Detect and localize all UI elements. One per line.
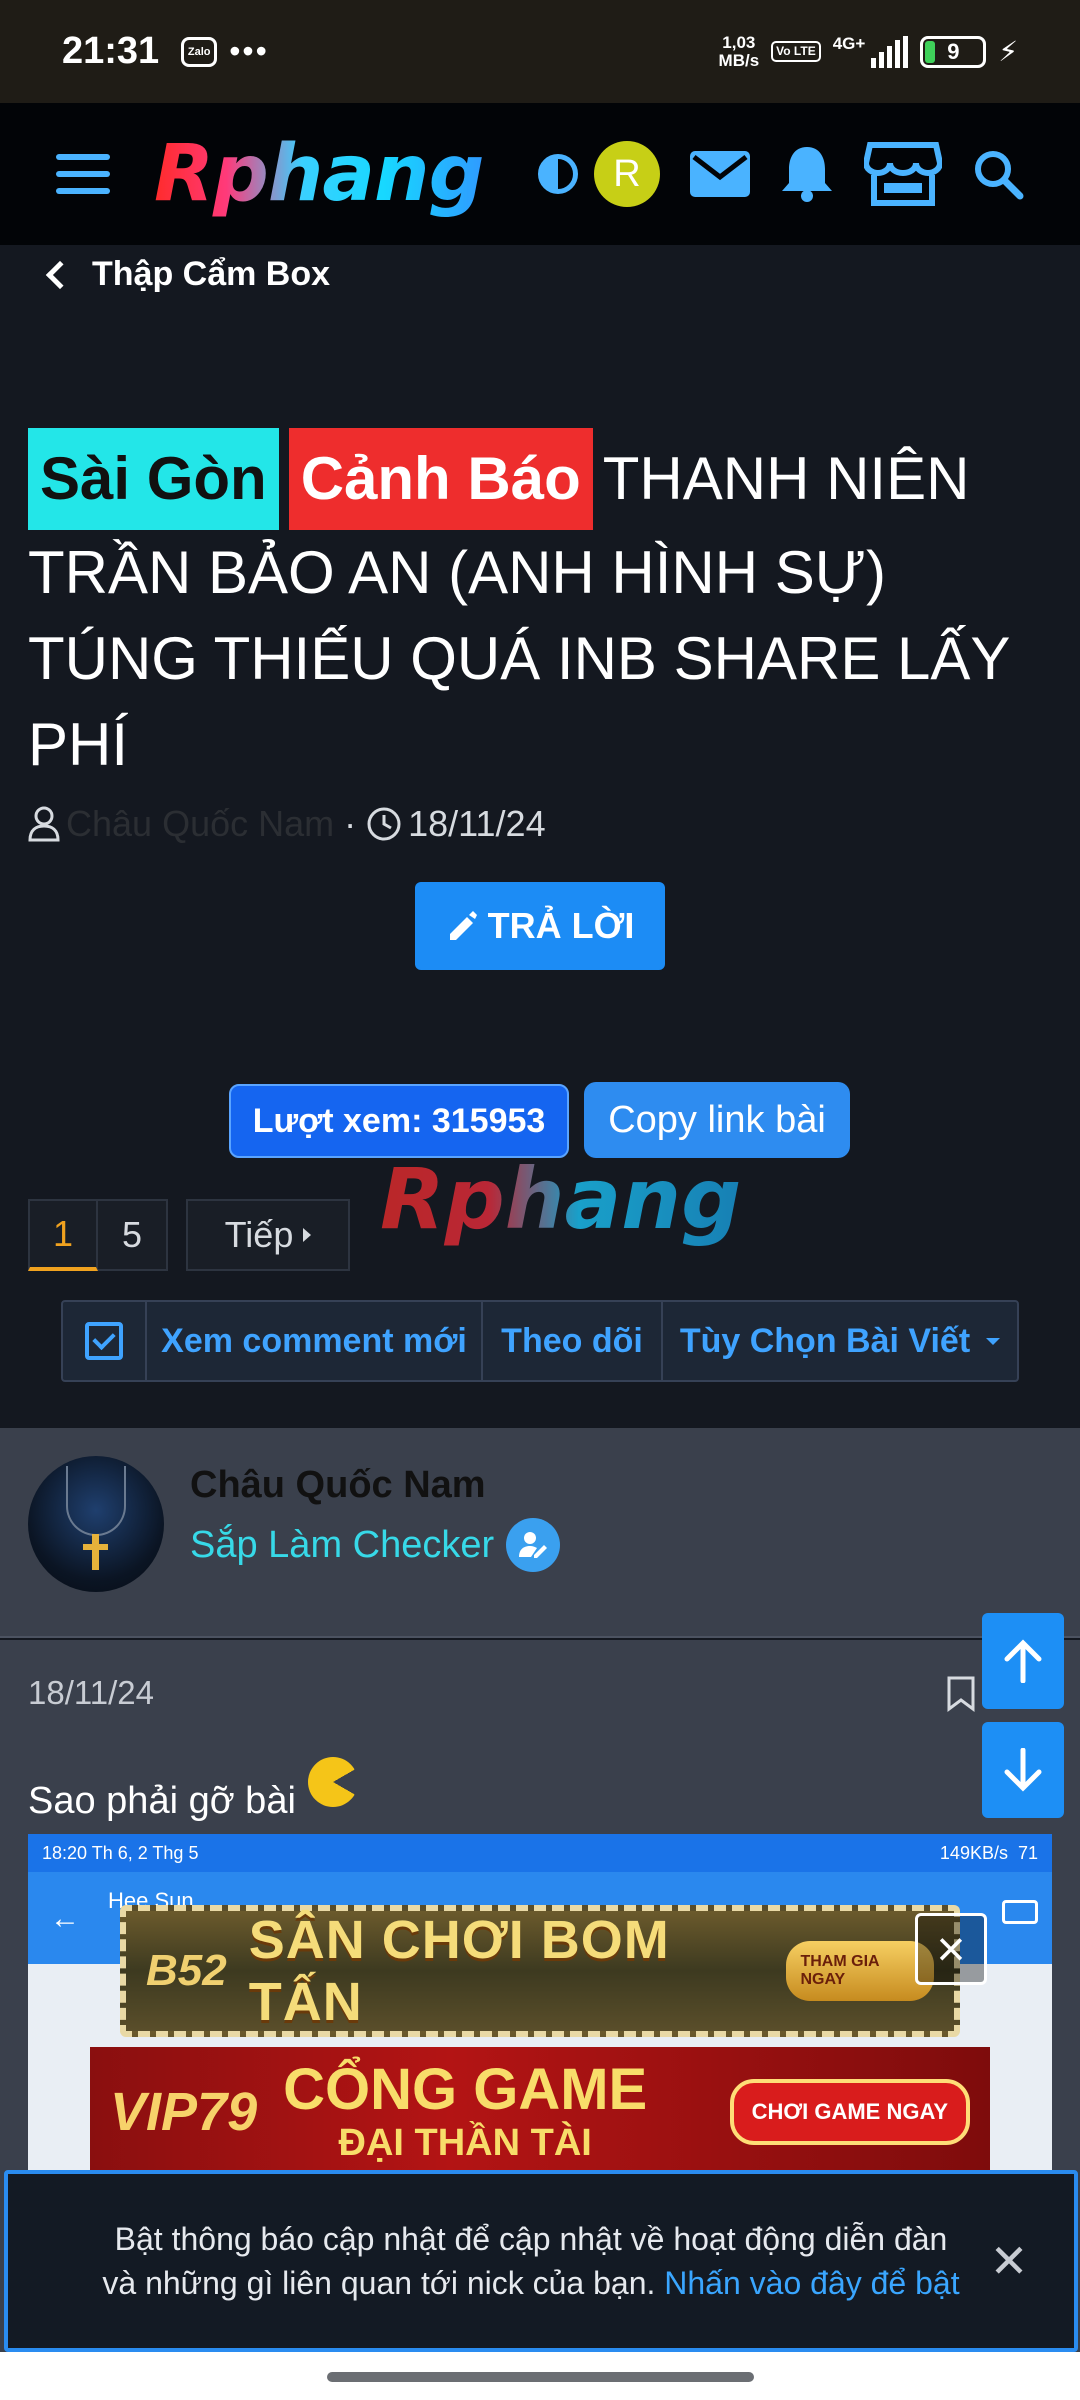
thread-options-dropdown[interactable]: Tùy Chọn Bài Viết <box>663 1302 1017 1380</box>
chevron-left-icon <box>45 260 75 289</box>
thread-options-label: Tùy Chọn Bài Viết <box>679 1321 971 1360</box>
ad1-headline: SÂN CHƠI BOM TẤN <box>248 1910 670 2032</box>
image-back-icon: ← <box>50 1902 80 1935</box>
enable-notifications-link[interactable]: Nhấn vào đây để bật <box>664 2265 959 2301</box>
home-gesture-handle[interactable] <box>327 2372 754 2382</box>
page-1[interactable]: 1 <box>28 1199 98 1271</box>
post-date[interactable]: 18/11/24 <box>28 1674 154 1712</box>
image-video-icon <box>1002 1900 1038 1924</box>
thread-date: 18/11/24 <box>408 803 546 844</box>
image-status-left: 18:20 Th 6, 2 Thg 5 <box>42 1842 199 1863</box>
ad2-line2: ĐẠI THẦN TÀI <box>338 2122 592 2164</box>
network-speed-value: 1,03 <box>722 32 756 52</box>
status-right: 1,03 MB/s Vo LTE 4G+ 9 ⚡ <box>718 32 1018 70</box>
thread-meta: Châu Quốc Nam · 18/11/24 <box>28 803 546 845</box>
volte-icon: Vo LTE <box>771 41 821 62</box>
ad2-cta: CHƠI GAME NGAY <box>729 2079 970 2145</box>
ad-banner-vip79[interactable]: VIP79 CỔNG GAME ĐẠI THẦN TÀI CHƠI GAME N… <box>90 2047 990 2177</box>
theme-toggle-icon[interactable] <box>538 154 578 194</box>
zalo-notification-icon: Zalo <box>181 36 218 67</box>
breadcrumb[interactable]: Thập Cẩm Box <box>45 255 331 294</box>
thread-title: Sài Gòn Cảnh Báo THANH NIÊN TRẦN BẢO AN (A… <box>28 428 1038 788</box>
push-notification-banner: Bật thông báo cập nhật để cập nhật về ho… <box>4 2170 1078 2352</box>
network-speed: 1,03 MB/s <box>718 32 760 70</box>
ad1-cta: THAM GIA NGAY <box>786 1941 934 2001</box>
user-avatar[interactable]: R <box>594 141 660 207</box>
ad-close-button[interactable]: × <box>915 1913 987 1985</box>
ad2-brand: VIP79 <box>110 2082 258 2142</box>
arrow-up-icon <box>1004 1639 1042 1683</box>
search-icon[interactable] <box>972 148 1024 200</box>
post-content: Sao phải gỡ bài <box>28 1756 358 1823</box>
network-type: 4G+ <box>832 33 866 53</box>
page-5[interactable]: 5 <box>98 1199 168 1271</box>
thread-author[interactable]: Châu Quốc Nam <box>66 803 334 845</box>
charging-icon: ⚡ <box>998 36 1018 67</box>
checkbox-icon <box>85 1322 123 1360</box>
reply-label: TRẢ LỜI <box>487 905 635 946</box>
scroll-top-button[interactable] <box>982 1613 1064 1709</box>
image-status-right: 149KB/s <box>939 1842 1008 1863</box>
post-text: Sao phải gỡ bài <box>28 1780 296 1822</box>
post-author-name[interactable]: Châu Quốc Nam <box>190 1464 486 1507</box>
status-time: 21:31 <box>62 30 160 72</box>
clock-icon <box>367 807 401 841</box>
scroll-bottom-button[interactable] <box>982 1722 1064 1818</box>
store-icon[interactable] <box>864 141 942 207</box>
status-bar: 21:31 Zalo ••• 1,03 MB/s Vo LTE 4G+ 9 ⚡ <box>0 0 1080 103</box>
next-label: Tiếp <box>224 1214 294 1255</box>
bell-icon[interactable] <box>780 145 834 203</box>
ad1-brand: B52 <box>146 1946 227 1995</box>
site-logo[interactable]: Rphang <box>154 129 484 219</box>
bookmark-icon[interactable] <box>946 1676 976 1717</box>
breadcrumb-label: Thập Cẩm Box <box>92 255 331 293</box>
battery-level: 9 <box>947 38 960 64</box>
user-icon <box>28 806 60 842</box>
role-label: Sắp Làm Checker <box>190 1523 495 1566</box>
pagination: 1 5 Tiếp <box>28 1199 350 1271</box>
image-battery: 71 <box>1017 1842 1038 1863</box>
ad2-line1: CỔNG GAME <box>283 2057 648 2122</box>
meta-separator: · <box>344 803 357 844</box>
ad-banner-b52[interactable]: B52 SÂN CHƠI BOM TẤN THAM GIA NGAY <box>120 1905 960 2037</box>
reply-button[interactable]: TRẢ LỜI <box>415 882 665 970</box>
header-icons: R <box>538 141 1024 207</box>
prefix-saigon[interactable]: Sài Gòn <box>28 428 279 530</box>
post-author-role: Sắp Làm Checker <box>190 1518 561 1572</box>
thread-actions: Xem comment mới Theo dõi Tùy Chọn Bài Vi… <box>61 1300 1019 1382</box>
next-page-button[interactable]: Tiếp <box>186 1199 350 1271</box>
caret-down-icon <box>986 1337 1001 1345</box>
page: { "status_bar": { "time": "21:31", "zalo… <box>0 0 1080 2400</box>
menu-icon[interactable] <box>56 154 110 194</box>
prefix-canhbao[interactable]: Cảnh Báo <box>288 428 593 530</box>
network-speed-unit: MB/s <box>718 50 760 70</box>
close-icon[interactable]: ✕ <box>984 2234 1034 2288</box>
logo-watermark: Rphang <box>380 1150 742 1248</box>
pencil-icon <box>449 911 477 940</box>
notification-message: Bật thông báo cập nhật để cập nhật về ho… <box>48 2217 964 2305</box>
arrow-down-icon <box>1004 1748 1042 1792</box>
signal-icon <box>871 35 909 68</box>
battery-icon: 9 <box>920 35 987 68</box>
more-notifications-icon: ••• <box>229 33 269 69</box>
select-checkbox[interactable] <box>63 1302 147 1380</box>
image-status-bar: 18:20 Th 6, 2 Thg 5 149KB/s 71 <box>28 1834 1052 1872</box>
pacman-emoji-icon <box>307 1756 358 1807</box>
verified-user-icon <box>506 1518 561 1572</box>
follow-button[interactable]: Theo dõi <box>483 1302 663 1380</box>
mail-icon[interactable] <box>690 151 750 197</box>
site-header: Rphang R <box>0 103 1080 245</box>
new-comments-button[interactable]: Xem comment mới <box>147 1302 483 1380</box>
views-button[interactable]: Lượt xem: 315953 <box>229 1084 569 1158</box>
post-author-avatar[interactable] <box>28 1456 164 1592</box>
caret-right-icon <box>303 1228 312 1242</box>
copy-link-button[interactable]: Copy link bài <box>584 1082 850 1158</box>
ad2-headline: CỔNG GAME ĐẠI THẦN TÀI <box>283 2059 647 2165</box>
post-author-block: Châu Quốc Nam Sắp Làm Checker <box>0 1428 1080 1638</box>
